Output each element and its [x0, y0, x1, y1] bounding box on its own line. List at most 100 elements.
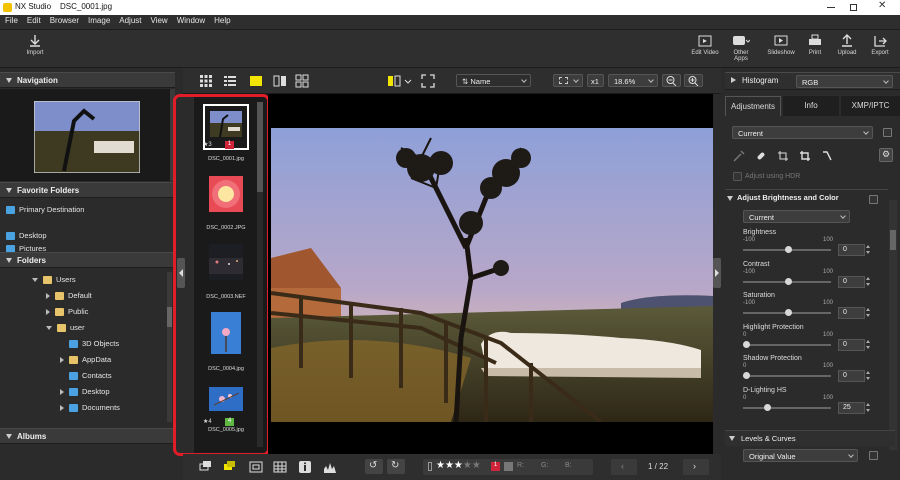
expand-icon[interactable]: [32, 278, 38, 283]
info-icon[interactable]: [298, 460, 312, 474]
folder-documents[interactable]: Documents: [60, 403, 120, 418]
other-apps-button[interactable]: Other Apps: [726, 34, 756, 62]
adjustment-value-input[interactable]: 0: [838, 307, 865, 319]
adjustment-preset-select[interactable]: Current: [732, 126, 873, 139]
section2-checkbox[interactable]: [869, 451, 878, 460]
adjustment-slider[interactable]: [743, 372, 831, 379]
info-frame-icon[interactable]: [249, 460, 263, 474]
tab-adjustments[interactable]: Adjustments: [725, 96, 781, 116]
color-label-badge[interactable]: 1: [491, 462, 500, 471]
histogram-mode-select[interactable]: RGB: [796, 75, 893, 88]
expand-icon[interactable]: [46, 309, 50, 316]
value-stepper[interactable]: [866, 244, 871, 256]
menu-help[interactable]: Help: [209, 15, 234, 25]
preset-checkbox[interactable]: [883, 128, 892, 137]
fullscreen-icon[interactable]: [421, 74, 435, 88]
right-panel-collapse-button[interactable]: [713, 258, 721, 288]
folder-default[interactable]: Default: [46, 291, 92, 306]
menu-browser[interactable]: Browser: [45, 15, 83, 25]
upload-button[interactable]: Upload: [834, 34, 860, 56]
folders-scrollbar[interactable]: [167, 272, 172, 422]
compare-2-icon[interactable]: [273, 74, 287, 88]
favorite-folders-header[interactable]: Favorite Folders: [0, 182, 175, 198]
folder-users[interactable]: Users: [32, 275, 76, 290]
folder-3d-objects[interactable]: 3D Objects: [69, 339, 119, 354]
expand-icon[interactable]: [60, 405, 64, 412]
albums-header[interactable]: Albums: [0, 428, 175, 444]
adjustment-slider[interactable]: [743, 309, 831, 316]
rotate-left-button[interactable]: ↺: [365, 459, 383, 474]
folders-header[interactable]: Folders: [0, 252, 175, 268]
straighten-icon[interactable]: [777, 150, 789, 162]
slider-knob[interactable]: [743, 372, 750, 379]
zoom-out-button[interactable]: [662, 74, 681, 87]
section-levels-curves[interactable]: Levels & Curves: [725, 430, 895, 446]
levels-preset-select[interactable]: Original Value: [743, 449, 858, 462]
navigation-header[interactable]: Navigation: [0, 72, 175, 88]
print-button[interactable]: Print: [804, 34, 826, 56]
menu-edit[interactable]: Edit: [22, 15, 45, 25]
folder-user[interactable]: user: [46, 323, 85, 338]
value-stepper[interactable]: [866, 370, 871, 382]
section1-checkbox[interactable]: [869, 195, 878, 204]
fit-screen-select[interactable]: [553, 74, 583, 87]
folder-public[interactable]: Public: [46, 307, 88, 322]
slider-knob[interactable]: [743, 340, 750, 348]
expand-icon[interactable]: [46, 326, 52, 331]
zoom-factor-button[interactable]: x1: [587, 74, 604, 87]
reject-icon[interactable]: [428, 462, 432, 471]
edit-video-button[interactable]: Edit Video: [690, 34, 720, 56]
minimize-icon[interactable]: [827, 7, 835, 8]
grid-overlay-icon[interactable]: [273, 460, 287, 474]
histogram-icon[interactable]: [323, 460, 343, 474]
slider-knob[interactable]: [764, 403, 771, 411]
menu-file[interactable]: File: [0, 15, 22, 25]
rotate-right-button[interactable]: ↻: [387, 459, 405, 474]
image-viewer-icon[interactable]: [249, 74, 263, 88]
menu-adjust[interactable]: Adjust: [114, 15, 145, 25]
adjustment-value-input[interactable]: 0: [838, 244, 865, 256]
folder-contacts[interactable]: Contacts: [69, 371, 112, 386]
settings-button[interactable]: ⚙: [879, 148, 893, 162]
compare-4-icon[interactable]: [295, 74, 309, 88]
adjustment-slider[interactable]: [743, 340, 831, 348]
next-image-button[interactable]: ›: [683, 459, 709, 475]
adjustment-slider[interactable]: [743, 277, 831, 285]
right-panel-scrollbar[interactable]: [889, 200, 897, 450]
favorite-pictures[interactable]: Pictures: [6, 244, 46, 252]
perspective-icon[interactable]: [821, 150, 833, 162]
export-button[interactable]: Export: [867, 34, 893, 56]
stack-icon[interactable]: [199, 460, 213, 474]
folder-desktop[interactable]: Desktop: [60, 387, 110, 402]
menu-view[interactable]: View: [146, 15, 172, 25]
hdr-checkbox[interactable]: [733, 172, 742, 181]
crop-icon[interactable]: [799, 150, 811, 162]
favorite-primary-destination[interactable]: Primary Destination: [6, 205, 84, 220]
tab-xmp-iptc[interactable]: XMP/IPTC: [841, 96, 900, 116]
auto-retouch-icon[interactable]: [733, 150, 745, 162]
slider-knob[interactable]: [785, 246, 792, 253]
value-stepper[interactable]: [866, 339, 871, 351]
folder-appdata[interactable]: AppData: [60, 355, 111, 370]
expand-icon[interactable]: [60, 357, 64, 364]
menu-window[interactable]: Window: [172, 15, 209, 25]
list-view-icon[interactable]: [223, 74, 237, 88]
zoom-percent-select[interactable]: 18.6%: [608, 74, 658, 87]
brightness-preset-select[interactable]: Current: [743, 210, 850, 223]
adjustment-value-input[interactable]: 0: [838, 370, 865, 382]
expand-icon[interactable]: [46, 293, 50, 300]
slider-knob[interactable]: [785, 309, 792, 316]
zoom-in-button[interactable]: [684, 74, 703, 87]
value-stepper[interactable]: [866, 307, 871, 319]
slider-knob[interactable]: [785, 277, 792, 285]
close-icon[interactable]: ✕: [878, 0, 886, 11]
slideshow-button[interactable]: Slideshow: [764, 34, 798, 56]
menu-image[interactable]: Image: [83, 15, 114, 25]
expand-icon[interactable]: [60, 389, 64, 396]
main-photo[interactable]: [271, 128, 713, 422]
adjustment-value-input[interactable]: 0: [838, 338, 865, 351]
sort-order-select[interactable]: ⇅ Name: [456, 74, 531, 87]
adjustment-value-input[interactable]: 0: [838, 275, 865, 288]
adjustment-slider[interactable]: [743, 403, 831, 411]
tab-info[interactable]: Info: [783, 96, 839, 116]
